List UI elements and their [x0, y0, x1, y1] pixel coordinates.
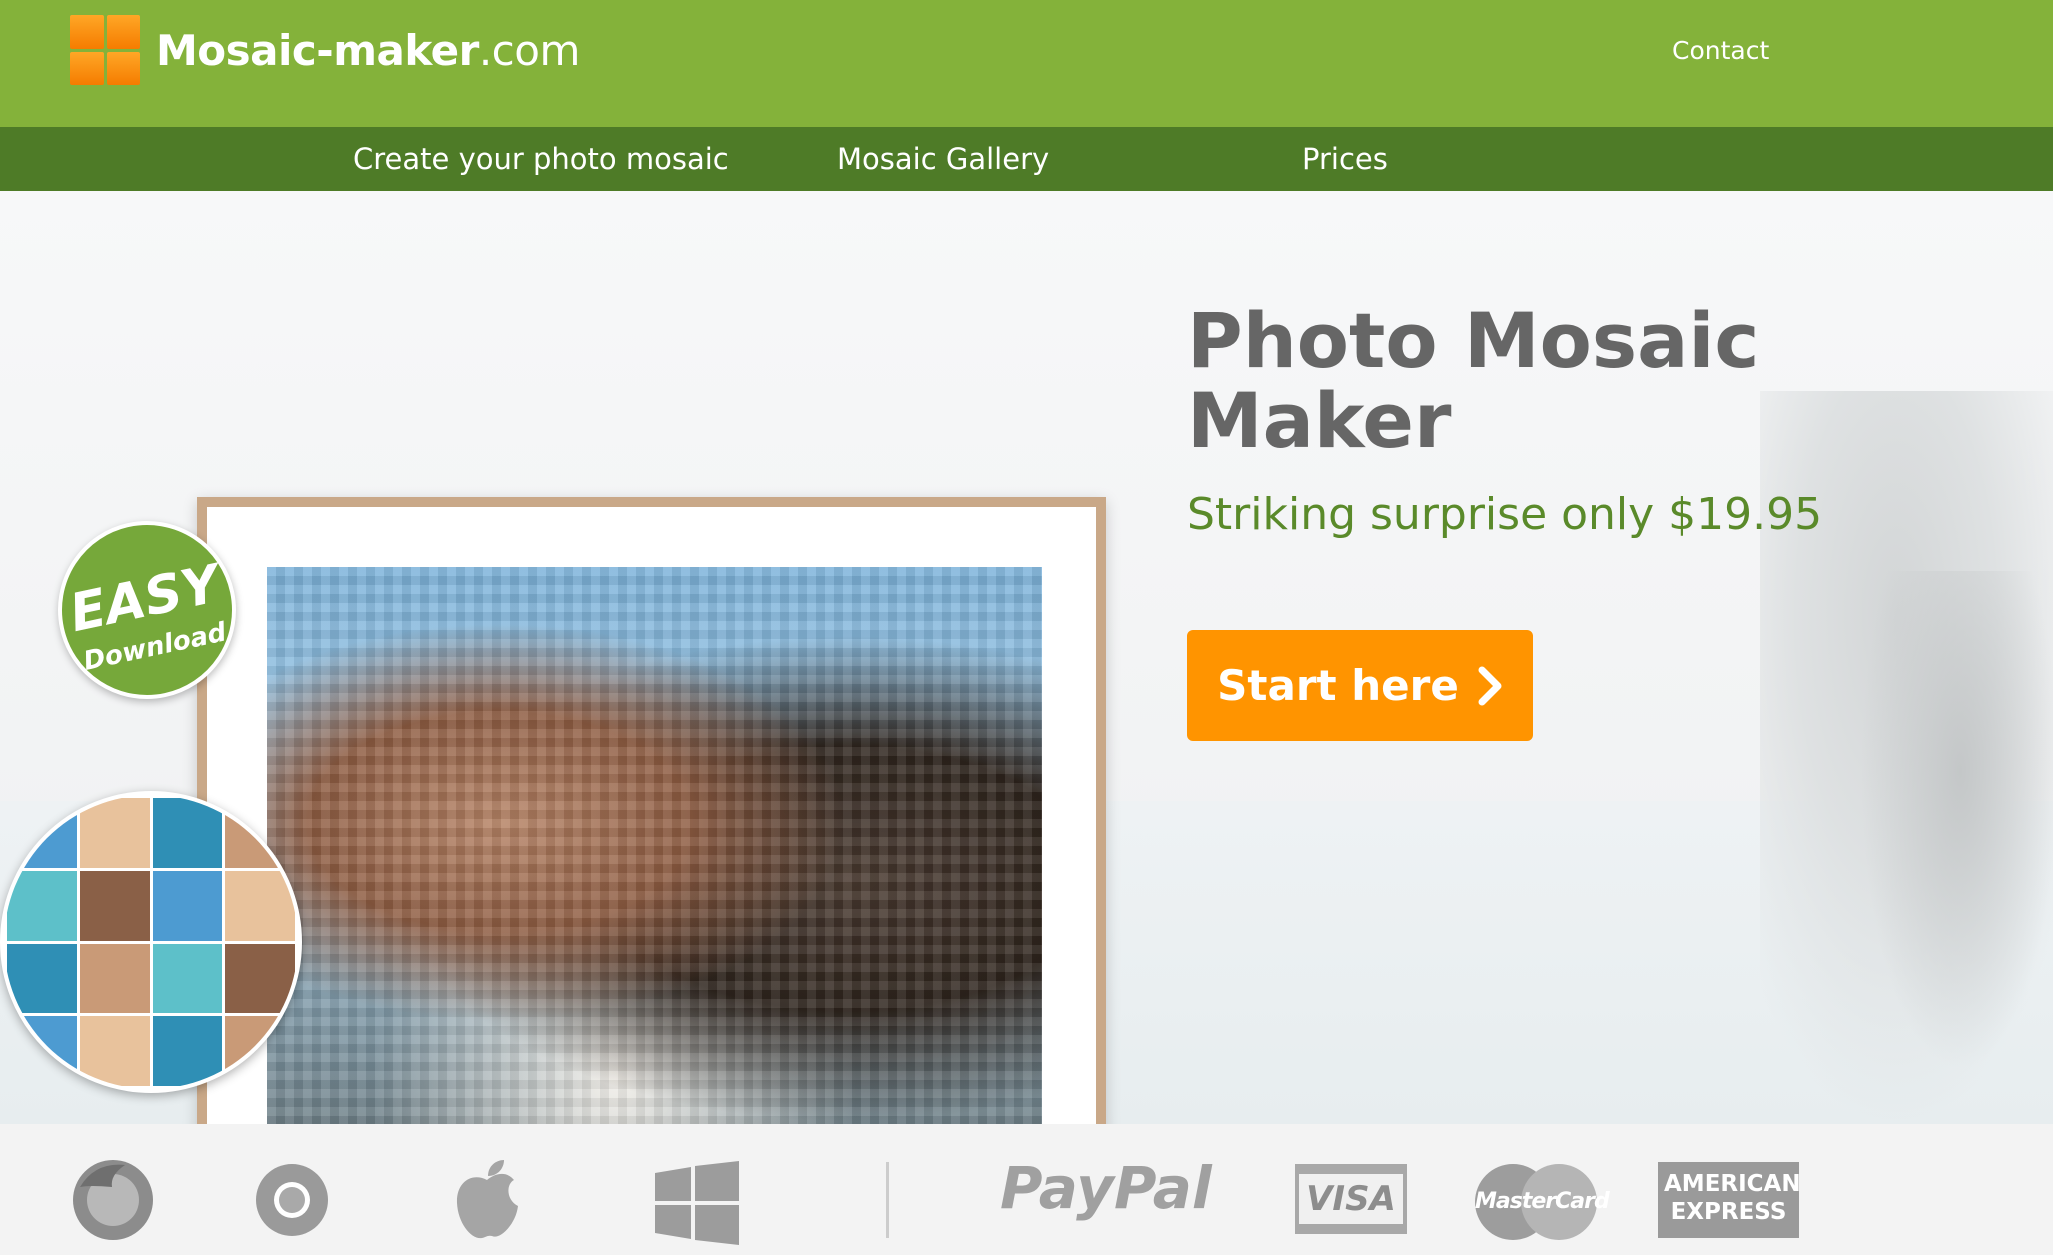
nav-create-mosaic[interactable]: Create your photo mosaic	[353, 142, 729, 176]
american-express-logo: AMERICAN EXPRESS	[1658, 1162, 1801, 1238]
mastercard-text: MasterCard	[1475, 1189, 1610, 1214]
top-header: Mosaic-maker.com Contact	[0, 0, 2053, 127]
hero-section: EASY Download Photo Mosaic Maker Strikin…	[0, 191, 2053, 1124]
start-here-label: Start here	[1217, 661, 1459, 710]
mastercard-logo: MasterCard	[1475, 1164, 1610, 1240]
logo-text: Mosaic-maker.com	[156, 25, 580, 75]
platforms-payments-strip: PayPal VISA MasterCard AMERICAN EXPRESS	[0, 1124, 2053, 1255]
logo-icon	[70, 15, 140, 85]
main-nav: Create your photo mosaic Mosaic Gallery …	[0, 127, 2053, 191]
nav-mosaic-gallery[interactable]: Mosaic Gallery	[837, 142, 1049, 176]
hero-title: Photo Mosaic Maker	[1187, 296, 1760, 465]
chevron-right-icon	[1478, 666, 1502, 705]
photo-collage-circle	[0, 791, 302, 1093]
apple-icon	[452, 1158, 522, 1242]
start-here-button[interactable]: Start here	[1187, 630, 1533, 741]
photo-mosaic	[267, 567, 1042, 1124]
firefox-icon	[70, 1157, 156, 1243]
site-logo[interactable]: Mosaic-maker.com	[70, 15, 580, 85]
footer-divider	[886, 1162, 889, 1238]
nav-prices[interactable]: Prices	[1302, 142, 1388, 176]
visa-logo: VISA	[1295, 1164, 1407, 1234]
mosaic-frame-image	[197, 497, 1106, 1124]
hero-background-person	[1860, 571, 2053, 1071]
windows-icon	[655, 1161, 739, 1245]
contact-link[interactable]: Contact	[1672, 36, 1769, 65]
hero-subtitle: Striking surprise only $19.95	[1187, 489, 1823, 540]
paypal-logo: PayPal	[1000, 1154, 1212, 1222]
chrome-icon	[254, 1162, 330, 1238]
